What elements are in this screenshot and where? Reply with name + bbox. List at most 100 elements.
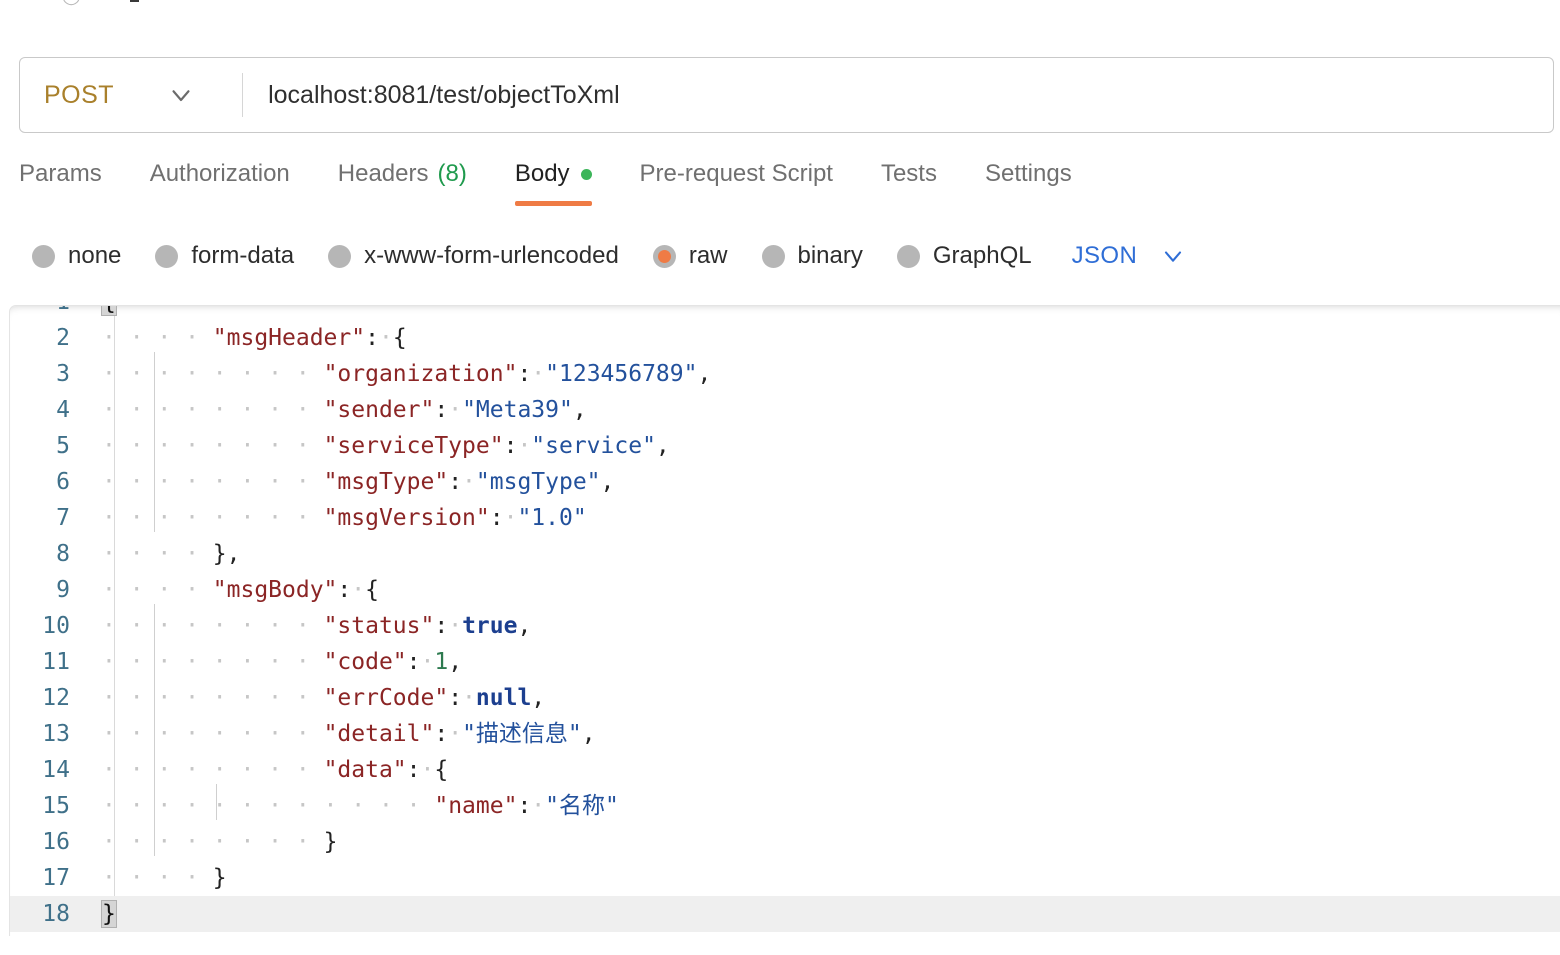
code-line-text: · · · · · · · · "errCode":·null, <box>92 676 1560 716</box>
code-token: true <box>462 613 518 639</box>
body-type-form-data[interactable]: form-data <box>155 242 294 270</box>
code-line[interactable]: 5 · · · · · · · · "serviceType":·"service… <box>10 424 1560 464</box>
tab-label: Tests <box>880 160 937 187</box>
radio-icon <box>761 244 785 268</box>
indent-guide <box>154 424 155 460</box>
code-token: "msgVersion" <box>323 505 490 531</box>
indent-guide <box>216 784 217 820</box>
indent-guide <box>154 640 155 676</box>
indent-whitespace-dots: · · · · · · · · · · · · <box>102 793 435 819</box>
code-line[interactable]: 10 · · · · · · · · "status":·true, <box>10 604 1560 644</box>
radio-icon-selected <box>652 244 676 268</box>
code-line[interactable]: 14 · · · · · · · · "data":·{ <box>10 748 1560 788</box>
line-number: 3 <box>56 361 70 387</box>
method-selector[interactable]: POST <box>20 58 196 132</box>
code-token: "sender" <box>323 397 435 423</box>
line-number: 7 <box>56 505 70 531</box>
chevron-down-icon <box>1159 242 1187 270</box>
code-token: "detail" <box>323 721 435 747</box>
line-number: 4 <box>56 397 70 423</box>
line-number: 18 <box>42 901 70 927</box>
code-token: 1 <box>434 649 449 675</box>
body-type-none[interactable]: none <box>32 242 121 270</box>
code-line[interactable]: 15 · · · · · · · · · · · · "name":·"名称" <box>10 784 1560 824</box>
radio-label: raw <box>688 242 728 269</box>
code-token: · <box>420 757 435 783</box>
line-number: 10 <box>42 613 70 639</box>
code-line-text: · · · · · · · · "serviceType":·"service"… <box>92 424 1560 464</box>
indent-whitespace-dots: · · · · · · · · <box>102 829 324 855</box>
code-token: "serviceType" <box>323 433 504 459</box>
raw-body-editor[interactable]: 1{2· · · · "msgHeader":·{3· · · · · · · … <box>9 305 1560 936</box>
active-tab-underline <box>514 201 592 206</box>
url-input[interactable] <box>243 58 1553 132</box>
code-lines-container[interactable]: 1{2· · · · "msgHeader":·{3· · · · · · · … <box>10 306 1560 932</box>
code-line[interactable]: 4 · · · · · · · · "sender":·"Meta39", <box>10 388 1560 428</box>
line-number: 6 <box>56 469 70 495</box>
code-token: "msgBody" <box>212 577 338 603</box>
request-url-bar: POST <box>19 57 1554 133</box>
code-token: · <box>531 361 546 387</box>
line-number: 8 <box>56 541 70 567</box>
code-token: · <box>378 325 393 351</box>
tab-authorization[interactable]: Authorization <box>150 160 290 202</box>
code-line[interactable]: 3 · · · · · · · · "organization":·"123456… <box>10 352 1560 392</box>
raw-format-selector[interactable]: JSON <box>1072 242 1188 270</box>
tab-headers[interactable]: Headers (8) <box>338 160 467 202</box>
indent-guide <box>154 604 155 640</box>
code-token: · <box>448 397 463 423</box>
indent-whitespace-dots: · · · · <box>102 865 213 891</box>
radio-icon <box>32 244 55 268</box>
body-type-x-www-form-urlencoded[interactable]: x-www-form-urlencoded <box>328 242 619 270</box>
code-line[interactable]: 9 · · · · "msgBody":·{ <box>10 572 1560 608</box>
code-token: "code" <box>323 649 407 675</box>
code-line-text: · · · · } <box>92 860 1560 896</box>
code-token: } <box>212 541 227 567</box>
tab-settings[interactable]: Settings <box>985 160 1072 202</box>
bracket-match-highlight: { <box>101 306 117 316</box>
body-type-raw[interactable]: raw <box>652 242 728 270</box>
indent-guide <box>154 784 155 820</box>
code-line[interactable]: 17 · · · · } <box>10 860 1560 896</box>
tab-body[interactable]: Body <box>514 160 592 206</box>
code-line[interactable]: 6 · · · · · · · · "msgType":·"msgType", <box>10 460 1560 500</box>
code-token: · <box>448 721 463 747</box>
tab-label: Pre-request Script <box>639 160 833 187</box>
code-line-text: · · · · "msgBody":·{ <box>92 572 1560 608</box>
code-line[interactable]: 16 · · · · · · · · } <box>10 820 1560 860</box>
code-token: "msgType" <box>323 469 449 495</box>
code-line-text: · · · · · · · · "msgType":·"msgType", <box>92 460 1560 500</box>
code-token: · <box>448 613 463 639</box>
code-line[interactable]: 1{ <box>10 306 1560 320</box>
line-number: 2 <box>56 325 70 351</box>
tab-params[interactable]: Params <box>19 160 102 202</box>
code-token: : <box>448 685 463 711</box>
indent-guide <box>154 748 155 784</box>
tab-pre-request-script[interactable]: Pre-request Script <box>640 160 833 202</box>
indent-whitespace-dots: · · · · · · · · <box>102 613 324 639</box>
code-token: null <box>475 685 532 711</box>
code-line[interactable]: 12 · · · · · · · · "errCode":·null, <box>10 676 1560 716</box>
code-line-text: · · · · · · · · "status":·true, <box>92 604 1560 644</box>
code-token: · <box>503 505 518 531</box>
body-type-graphql[interactable]: GraphQL <box>896 242 1032 270</box>
body-type-binary[interactable]: binary <box>761 242 863 270</box>
code-line[interactable]: 7 · · · · · · · · "msgVersion":·"1.0" <box>10 496 1560 536</box>
code-line[interactable]: 13 · · · · · · · · "detail":·"描述信息", <box>10 712 1560 752</box>
code-line[interactable]: 8 · · · · }, <box>10 536 1560 572</box>
code-line-text: · · · · · · · · "detail":·"描述信息", <box>92 712 1560 752</box>
radio-icon <box>328 244 352 268</box>
code-token: · <box>517 433 532 459</box>
indent-guide <box>154 820 155 856</box>
tab-tests[interactable]: Tests <box>881 160 937 202</box>
code-token: "Meta39" <box>462 397 573 423</box>
code-line[interactable]: 2 · · · · "msgHeader":·{ <box>10 320 1560 356</box>
code-line[interactable]: 18} <box>10 896 1560 932</box>
code-token: , <box>448 649 463 675</box>
code-token: · <box>462 469 476 495</box>
code-line-text: · · · · }, <box>92 536 1560 572</box>
code-token: : <box>337 577 352 603</box>
code-line[interactable]: 11 · · · · · · · · "code":·1, <box>10 640 1560 680</box>
code-token: : <box>434 613 449 639</box>
code-token: , <box>600 469 615 495</box>
